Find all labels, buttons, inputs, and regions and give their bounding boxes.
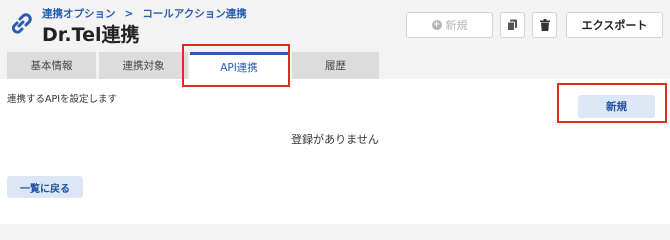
highlight-box-new-button [557, 83, 667, 123]
breadcrumb-item-call-action[interactable]: コールアクション連携 [142, 8, 246, 20]
copy-icon [507, 19, 517, 31]
section-description: 連携するAPIを設定します [7, 94, 118, 105]
export-button[interactable]: エクスポート [566, 12, 663, 38]
highlight-box-api-tab [182, 44, 290, 87]
breadcrumb-item-link-options[interactable]: 連携オプション [42, 8, 116, 20]
new-button-disabled[interactable]: + 新規 [406, 12, 493, 38]
new-button-label: 新規 [445, 19, 468, 32]
link-icon [11, 13, 32, 34]
delete-button[interactable] [532, 12, 557, 38]
empty-state-message: 登録がありません [291, 133, 379, 146]
back-to-list-button[interactable]: 一覧に戻る [7, 176, 83, 198]
tab-basic-info[interactable]: 基本情報 [7, 52, 96, 79]
page-header: 連携オプション > コールアクション連携 Dr.Tel連携 + 新規 エクスポート [0, 0, 670, 52]
breadcrumb-separator: > [124, 8, 134, 20]
page-title: Dr.Tel連携 [42, 24, 140, 46]
tab-history[interactable]: 履歴 [292, 52, 379, 79]
plus-circle-icon: + [431, 20, 442, 30]
copy-button[interactable] [500, 12, 525, 38]
breadcrumb: 連携オプション > コールアクション連携 [42, 6, 247, 21]
tab-link-target[interactable]: 連携対象 [99, 52, 188, 79]
trash-icon [539, 19, 550, 31]
